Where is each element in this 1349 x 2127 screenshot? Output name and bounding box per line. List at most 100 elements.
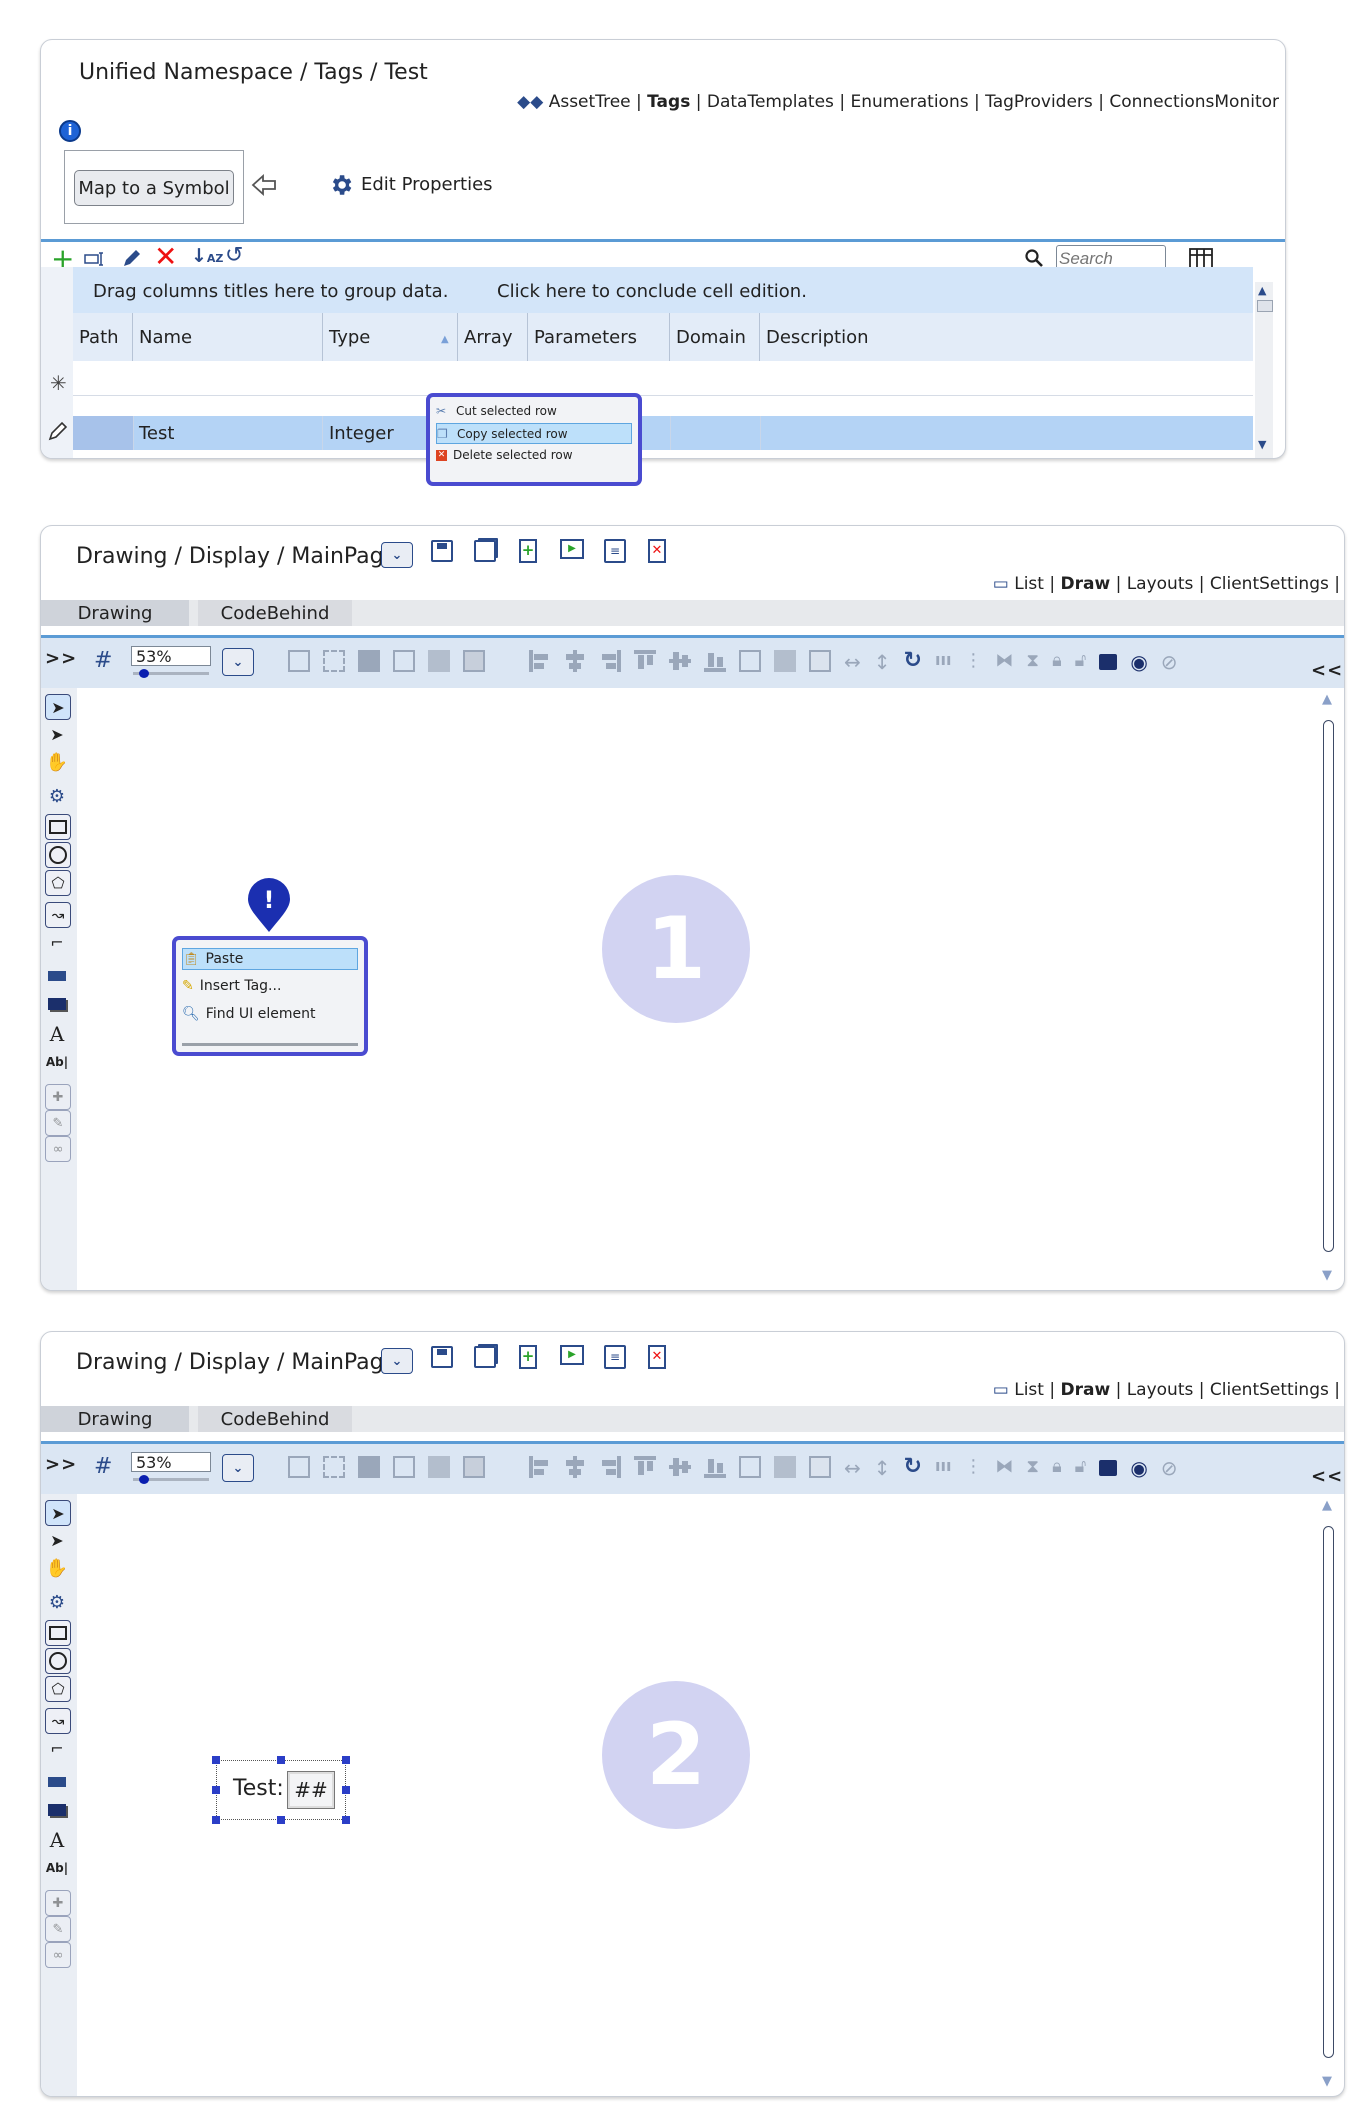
cut-row-item[interactable]: ✂ Cut selected row: [436, 401, 632, 421]
pencil-icon[interactable]: [121, 247, 143, 269]
distribute-icon[interactable]: [739, 650, 761, 672]
find-ui-element-item[interactable]: 🔍︎ Find UI element: [182, 1004, 358, 1024]
zoom-slider-thumb[interactable]: [139, 1475, 149, 1484]
horizontal-resize-icon[interactable]: ↔: [844, 650, 861, 674]
copy-row-item[interactable]: ❐ Copy selected row: [436, 423, 632, 444]
curve-tool-icon[interactable]: ↝: [45, 902, 71, 928]
page-tree-icon[interactable]: ≡: [604, 1345, 626, 1369]
bring-forward-icon[interactable]: [393, 650, 415, 672]
symbol-add-icon[interactable]: ✚: [45, 1890, 71, 1916]
hand-icon[interactable]: ✋: [45, 750, 69, 774]
expand-toolbar-button[interactable]: >>: [45, 1454, 77, 1475]
text-tool-icon[interactable]: A: [45, 1828, 69, 1852]
textbox-tool-icon[interactable]: Ab|: [45, 1856, 69, 1880]
textbox-tool-icon[interactable]: Ab|: [45, 1050, 69, 1074]
save-all-icon[interactable]: [474, 540, 496, 562]
button-tool-icon[interactable]: [45, 964, 69, 988]
rectangle-tool-icon[interactable]: [45, 814, 71, 840]
zoom-slider[interactable]: [133, 669, 209, 678]
zoom-dropdown-button[interactable]: ⌄: [222, 648, 254, 676]
nav-datatemplates[interactable]: DataTemplates: [707, 92, 834, 112]
edit-properties-link[interactable]: Edit Properties: [361, 174, 493, 195]
nav-layouts[interactable]: Layouts: [1127, 1380, 1194, 1400]
selection-handle[interactable]: [277, 1756, 285, 1764]
run-display-icon[interactable]: ▶: [560, 1345, 584, 1365]
send-back-icon[interactable]: [463, 1456, 485, 1478]
group-icon[interactable]: [288, 650, 310, 672]
col-path[interactable]: Path: [73, 313, 133, 361]
flip-vertical-icon[interactable]: ⧗: [1026, 1456, 1039, 1480]
tab-codebehind[interactable]: CodeBehind: [198, 600, 352, 626]
display-dropdown-button[interactable]: ⌄: [381, 542, 413, 568]
align-middle-icon[interactable]: [669, 1456, 691, 1478]
selection-handle[interactable]: [342, 1786, 350, 1794]
collapse-toolbar-button[interactable]: <<: [1311, 660, 1343, 681]
hand-icon[interactable]: ✋: [45, 1556, 69, 1580]
canvas-scrollbar[interactable]: ▲ ▼: [1319, 692, 1337, 1286]
send-backward-icon[interactable]: [428, 1456, 450, 1478]
nav-tags[interactable]: Tags: [647, 92, 690, 112]
unlock-icon[interactable]: 🔓︎: [1075, 1456, 1087, 1480]
sort-icon[interactable]: ↓AZ: [191, 245, 223, 267]
history-icon[interactable]: ↺: [225, 243, 243, 268]
zoom-slider-thumb[interactable]: [139, 669, 149, 678]
run-display-icon[interactable]: ▶: [560, 539, 584, 559]
table-row[interactable]: Test Integer: [73, 416, 1253, 450]
zoom-dropdown-button[interactable]: ⌄: [222, 1454, 254, 1482]
flip-horizontal-icon[interactable]: ⧓: [995, 1456, 1013, 1480]
size-icon[interactable]: [809, 1456, 831, 1478]
conclude-edition-link[interactable]: Click here to conclude cell edition.: [497, 281, 807, 302]
nav-assettree[interactable]: AssetTree: [549, 92, 631, 112]
selection-handle[interactable]: [212, 1756, 220, 1764]
spacing-icon[interactable]: ııı: [935, 650, 951, 674]
rectangle-tool-icon[interactable]: [45, 1620, 71, 1646]
nav-layouts[interactable]: Layouts: [1127, 574, 1194, 594]
polygon-tool-icon[interactable]: ⬠: [45, 870, 71, 896]
scroll-up-icon[interactable]: ▲: [1258, 284, 1266, 297]
scroll-thumb[interactable]: [1257, 300, 1273, 312]
eye-hidden-icon[interactable]: ⊘: [1161, 650, 1178, 674]
text-tool-icon[interactable]: A: [45, 1022, 69, 1046]
nav-draw[interactable]: Draw: [1060, 1380, 1110, 1400]
ellipse-tool-icon[interactable]: [45, 842, 71, 868]
align-top-icon[interactable]: [634, 1456, 656, 1478]
tab-drawing[interactable]: Drawing: [41, 600, 189, 626]
nav-connectionsmonitor[interactable]: ConnectionsMonitor: [1109, 92, 1279, 112]
scroll-up-icon[interactable]: ▲: [1322, 1498, 1332, 1513]
scroll-down-icon[interactable]: ▼: [1322, 2074, 1332, 2089]
ungroup-icon[interactable]: [323, 650, 345, 672]
display-dropdown-button[interactable]: ⌄: [381, 1348, 413, 1374]
group-drop-area[interactable]: Drag columns titles here to group data. …: [73, 267, 1253, 313]
symbol-link-icon[interactable]: ∞: [45, 1942, 71, 1968]
group-icon[interactable]: [288, 1456, 310, 1478]
col-name[interactable]: Name: [133, 313, 323, 361]
rotate-icon[interactable]: ↻: [904, 1456, 922, 1480]
lock-icon[interactable]: 🔒︎: [1052, 650, 1062, 674]
save-icon[interactable]: [431, 540, 453, 562]
horizontal-resize-icon[interactable]: ↔: [844, 1456, 861, 1480]
selection-handle[interactable]: [212, 1816, 220, 1824]
delete-row-item[interactable]: ✕ Delete selected row: [436, 445, 632, 465]
scroll-thumb[interactable]: [1323, 1526, 1334, 2058]
vertical-resize-icon[interactable]: ↕: [874, 650, 891, 674]
send-backward-icon[interactable]: [428, 650, 450, 672]
distribute-v-icon[interactable]: [774, 650, 796, 672]
page-tree-icon[interactable]: ≡: [604, 539, 626, 563]
ellipse-tool-icon[interactable]: [45, 1648, 71, 1674]
align-center-icon[interactable]: [564, 650, 586, 672]
button-tool-icon[interactable]: [45, 1770, 69, 1794]
lock-icon[interactable]: 🔒︎: [1052, 1456, 1062, 1480]
unlock-icon[interactable]: 🔓︎: [1075, 650, 1087, 674]
eye-icon[interactable]: ◉: [1130, 1456, 1147, 1480]
align-right-icon[interactable]: [599, 650, 621, 672]
insert-tag-item[interactable]: ✎ Insert Tag...: [182, 976, 358, 996]
align-bottom-icon[interactable]: [704, 1456, 726, 1478]
new-page-icon[interactable]: +: [519, 1345, 537, 1369]
nav-clientsettings[interactable]: ClientSettings: [1210, 1380, 1329, 1400]
align-bottom-icon[interactable]: [704, 650, 726, 672]
bring-front-icon[interactable]: [358, 1456, 380, 1478]
paste-item[interactable]: 📋︎ Paste: [182, 948, 358, 970]
bring-front-icon[interactable]: [358, 650, 380, 672]
gear-icon[interactable]: [328, 172, 354, 198]
selection-handle[interactable]: [212, 1786, 220, 1794]
